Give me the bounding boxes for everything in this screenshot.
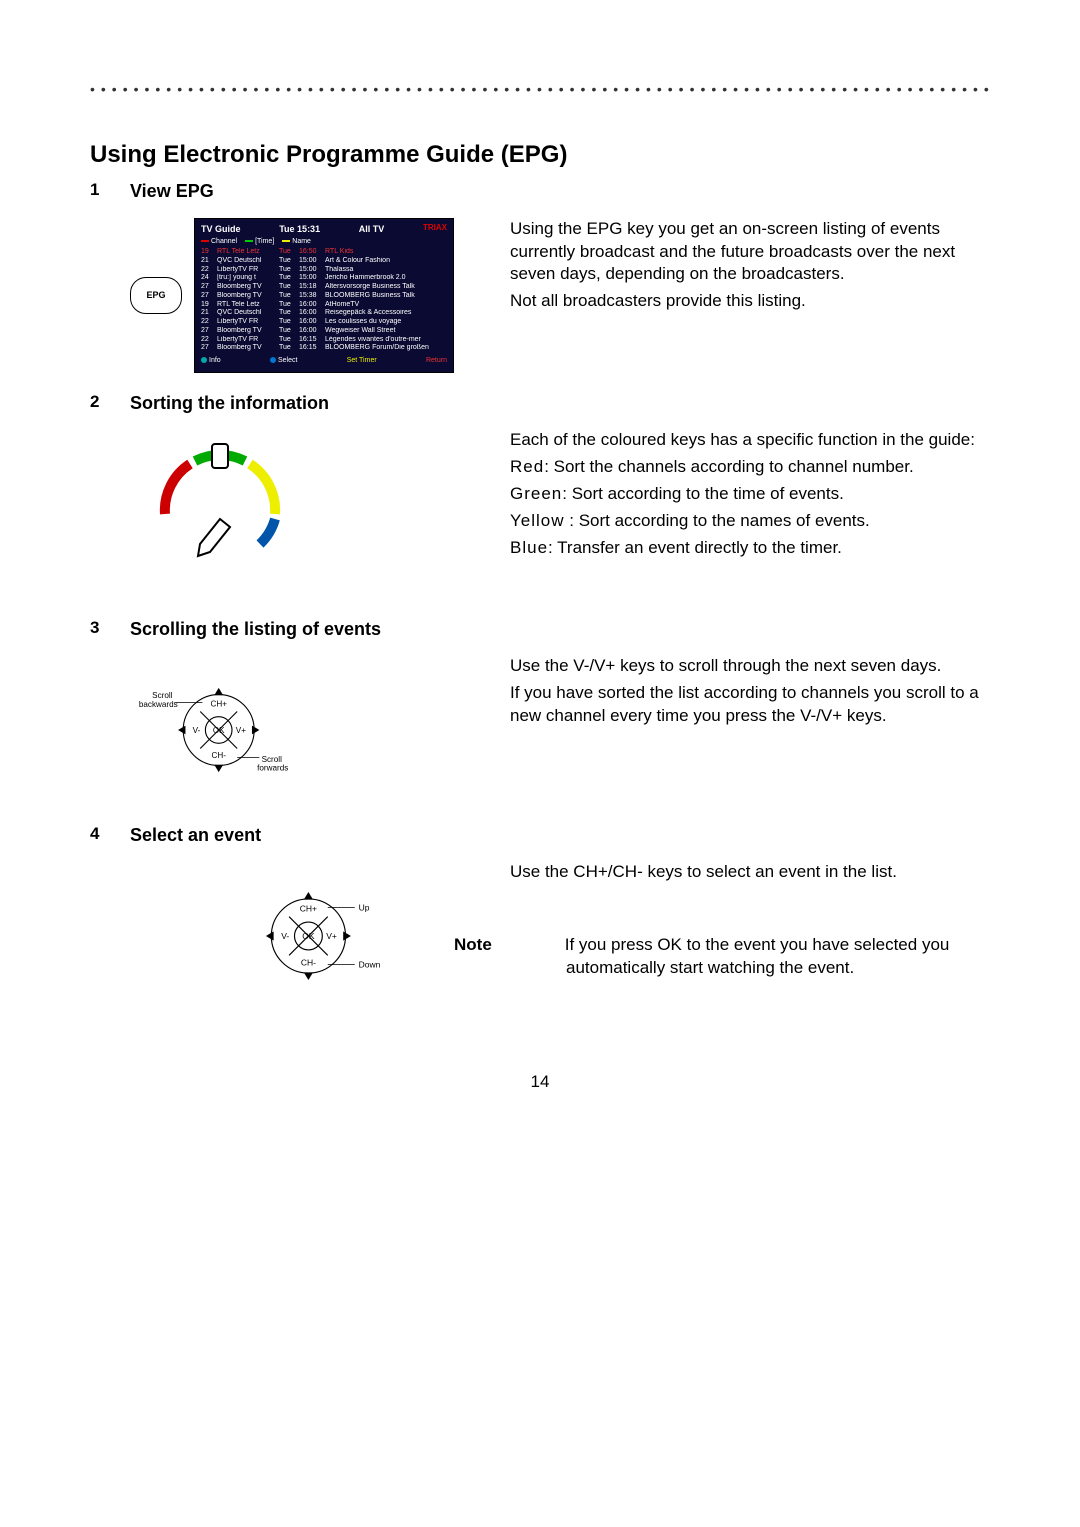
label-chm: CH- [211, 751, 226, 760]
label-vp: V+ [236, 726, 246, 735]
label-vm: V- [281, 932, 289, 942]
label-chp: CH+ [210, 700, 227, 709]
yellow-key-text: : Sort according to the names of events. [565, 511, 870, 530]
tvg-row: 21QVC DeutschlTue16:00Reisegepäck & Acce… [201, 309, 447, 318]
tvg-title: TV Guide [201, 223, 241, 235]
tvg-scope: All TV [359, 223, 385, 235]
tvg-row: 22LibertyTV FRTue16:15Légendes vivantes … [201, 336, 447, 345]
page-title: Using Electronic Programme Guide (EPG) [90, 139, 990, 171]
label-ok: OK [302, 932, 315, 942]
tvg-foot-return: Return [426, 356, 447, 365]
tvg-foot-select: Select [270, 356, 297, 365]
section-heading: Sorting the information [130, 391, 329, 415]
tvg-sort-name: Name [282, 237, 311, 246]
section-number: 3 [90, 617, 130, 649]
s2-intro: Each of the coloured keys has a specific… [510, 429, 990, 452]
s1-para1: Using the EPG key you get an on-screen l… [510, 218, 990, 287]
s2-yellow: Yellow : Sort according to the names of … [510, 510, 990, 533]
tvg-row: 27Bloomberg TVTue16:15BLOOMBERG Forum/Di… [201, 344, 447, 353]
section-heading: Select an event [130, 823, 261, 847]
tvg-foot-info: Info [201, 356, 221, 365]
label-ok: OK [213, 726, 225, 735]
dpad-scroll-icon: CH+ CH- V- V+ OK Scrollbackwards Scrollf… [130, 655, 300, 805]
tvg-time: Tue 15:31 [279, 223, 320, 235]
tv-guide-screenshot: TV Guide Tue 15:31 All TV TRIAX Channel … [194, 218, 454, 373]
note-label: Note [510, 934, 560, 957]
s4-note: Note If you press OK to the event you ha… [510, 934, 990, 980]
section-number: 2 [90, 391, 130, 423]
tvg-sort-channel: Channel [201, 237, 237, 246]
label-up: Up [359, 903, 370, 913]
label-down: Down [359, 960, 381, 970]
tvg-foot-timer: Set Timer [347, 356, 377, 365]
section-heading: Scrolling the listing of events [130, 617, 381, 641]
page-number: 14 [90, 1071, 990, 1094]
green-key-text: : Sort according to the time of events. [562, 484, 844, 503]
tvg-row: 27Bloomberg TVTue15:38BLOOMBERG Business… [201, 292, 447, 301]
label-chm: CH- [301, 958, 316, 968]
section-heading: View EPG [130, 179, 214, 203]
tvg-row: 19RTL Tele LetzTue16:50RTL Kids [201, 248, 447, 257]
epg-key-icon: EPG [130, 277, 182, 314]
label-scroll-back: Scrollbackwards [139, 691, 178, 709]
tvg-row: 27Bloomberg TVTue16:00Wegweiser Wall Str… [201, 327, 447, 336]
dotted-divider: ••••••••••••••••••••••••••••••••••••••••… [90, 80, 990, 99]
tvg-row: 24[tru:] young tTue15:00Jericho Hammerbr… [201, 274, 447, 283]
s2-blue: Blue: Transfer an event directly to the … [510, 537, 990, 560]
red-key-label: Red [510, 457, 544, 476]
label-vm: V- [193, 726, 201, 735]
dpad-select-icon: CH+ CH- V- V+ OK Up Down [235, 861, 405, 1011]
colour-keys-icon [130, 429, 310, 599]
tvg-row: 21QVC DeutschlTue15:00Art & Colour Fashi… [201, 257, 447, 266]
s2-red: Red: Sort the channels according to chan… [510, 456, 990, 479]
note-text: If you press OK to the event you have se… [565, 935, 950, 977]
blue-key-label: Blue [510, 538, 548, 557]
tvg-sort-time: [Time] [245, 237, 274, 246]
s1-para2: Not all broadcasters provide this listin… [510, 290, 990, 313]
tvg-row: 27Bloomberg TVTue15:18Altersvorsorge Bus… [201, 283, 447, 292]
label-vp: V+ [326, 932, 337, 942]
epg-illustration: EPG TV Guide Tue 15:31 All TV TRIAX Chan… [130, 218, 454, 373]
blue-key-text: : Transfer an event directly to the time… [548, 538, 842, 557]
label-scroll-fwd: Scrollforwards [257, 755, 288, 773]
tvg-brand: TRIAX [423, 223, 447, 235]
s2-green: Green: Sort according to the time of eve… [510, 483, 990, 506]
tvg-row: 22LibertyTV FRTue15:00Thalassa [201, 266, 447, 275]
s4-para1: Use the CH+/CH- keys to select an event … [510, 861, 990, 884]
s3-para1: Use the V-/V+ keys to scroll through the… [510, 655, 990, 678]
section-number: 4 [90, 823, 130, 855]
green-key-label: Green [510, 484, 562, 503]
s3-para2: If you have sorted the list according to… [510, 682, 990, 728]
yellow-key-label: Yellow [510, 511, 565, 530]
label-chp: CH+ [300, 904, 317, 914]
section-number: 1 [90, 179, 130, 211]
tvg-row: 19RTL Tele LetzTue16:00AtHomeTV [201, 301, 447, 310]
tvg-row: 22LibertyTV FRTue16:00Les coulisses du v… [201, 318, 447, 327]
red-key-text: : Sort the channels according to channel… [544, 457, 914, 476]
